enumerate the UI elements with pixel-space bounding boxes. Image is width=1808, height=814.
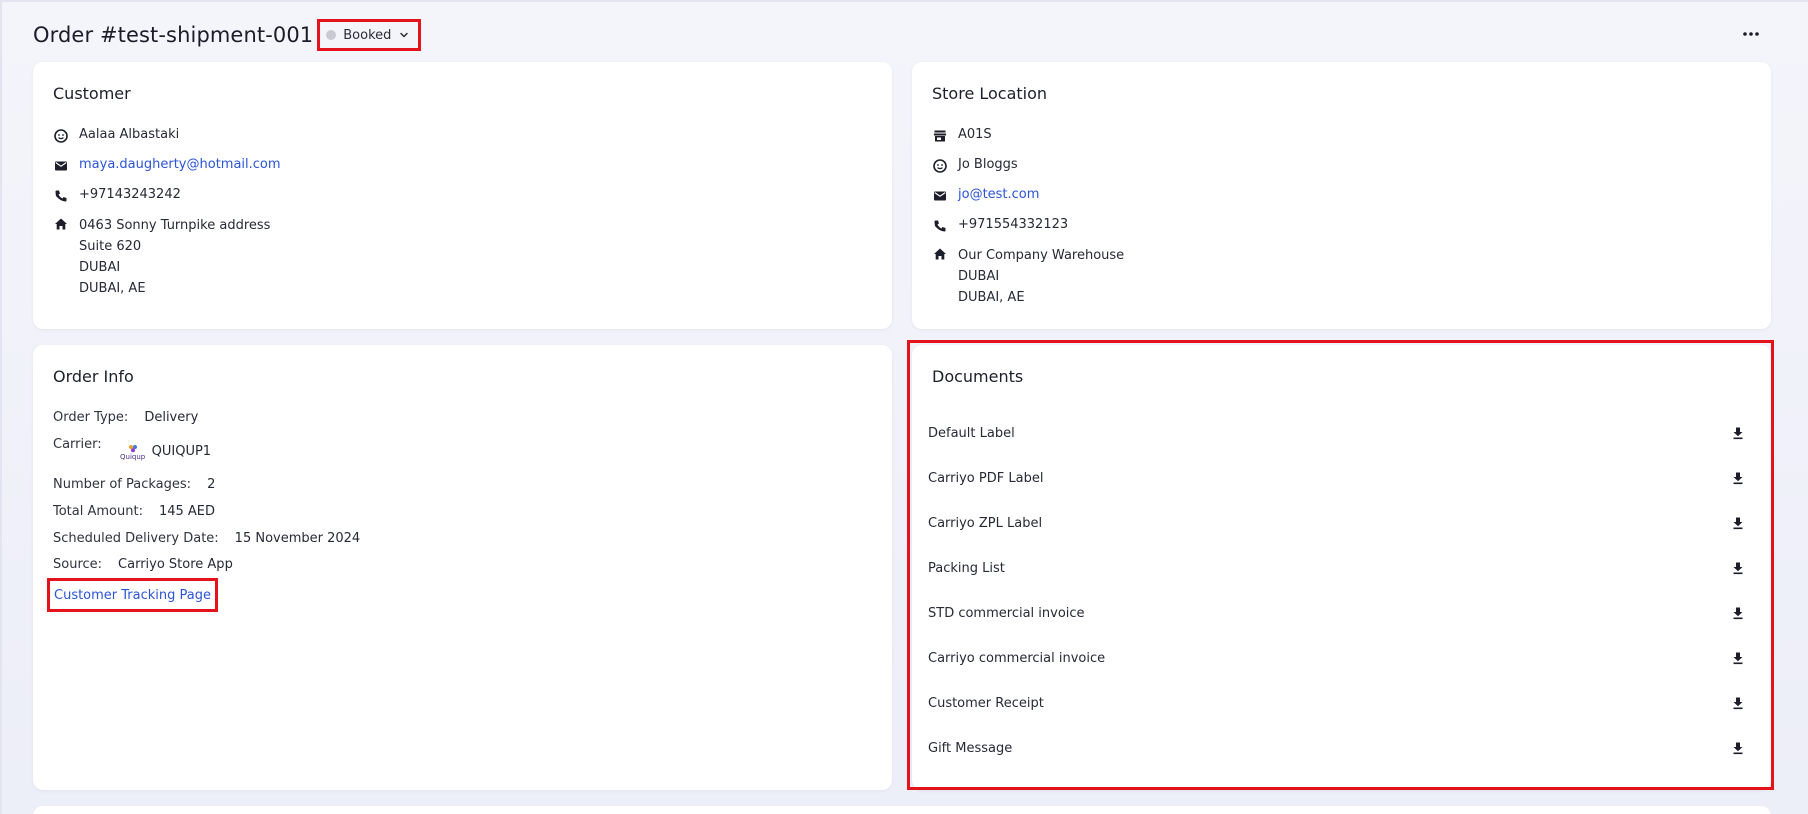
customer-phone: +97143243242 — [79, 187, 181, 202]
download-icon[interactable] — [1731, 741, 1745, 755]
order-type-label: Order Type: — [53, 410, 129, 425]
address-line: DUBAI — [79, 260, 121, 275]
customer-address: 0463 Sonny Turnpike address Suite 620 DU… — [79, 215, 270, 299]
store-card-title: Store Location — [932, 84, 1048, 103]
address-line: Our Company Warehouse — [958, 248, 1125, 263]
document-name: STD commercial invoice — [928, 605, 1085, 621]
packages-value: 2 — [207, 477, 216, 492]
store-contact-row: Jo Bloggs — [932, 157, 1018, 174]
page-title: Order #test-shipment-001 — [33, 23, 314, 47]
face-icon — [53, 128, 69, 144]
download-icon[interactable] — [1731, 696, 1745, 710]
address-line: DUBAI, AE — [958, 290, 1025, 305]
download-icon[interactable] — [1731, 606, 1745, 620]
carrier-value: QUIQUP1 — [151, 444, 212, 459]
packages-label: Number of Packages: — [53, 477, 192, 492]
store-email-link[interactable]: jo@test.com — [958, 187, 1039, 202]
customer-name: Aalaa Albastaki — [79, 127, 180, 142]
store-code: A01S — [958, 127, 992, 142]
more-actions-button[interactable] — [1739, 24, 1763, 44]
total-amount-row: Total Amount: 145 AED — [53, 504, 215, 519]
tracking-link-highlight: Customer Tracking Page — [47, 578, 218, 612]
document-row[interactable]: Carriyo ZPL Label — [928, 507, 1745, 539]
store-address-row: Our Company Warehouse DUBAI DUBAI, AE — [932, 245, 1124, 308]
next-card — [33, 806, 1771, 814]
document-name: Packing List — [928, 560, 1005, 576]
address-line: Suite 620 — [79, 239, 142, 254]
documents-title: Documents — [932, 367, 1024, 386]
total-amount-value: 145 AED — [158, 504, 216, 519]
document-row[interactable]: Default Label — [928, 417, 1745, 449]
order-type-row: Order Type: Delivery — [53, 410, 198, 425]
address-line: DUBAI — [958, 269, 1000, 284]
document-row[interactable]: Carriyo commercial invoice — [928, 642, 1745, 674]
packages-row: Number of Packages: 2 — [53, 477, 215, 492]
store-email-row: jo@test.com — [932, 187, 1039, 204]
store-location-card: Store Location A01S Jo Bloggs jo@test.co… — [912, 62, 1771, 329]
carrier-row: Carrier: Quiqup QUIQUP1 — [53, 437, 211, 463]
source-row: Source: Carriyo Store App — [53, 557, 233, 572]
document-name: Default Label — [928, 425, 1015, 441]
customer-name-row: Aalaa Albastaki — [53, 127, 179, 144]
document-row[interactable]: Customer Receipt — [928, 687, 1745, 719]
scheduled-date-row: Scheduled Delivery Date: 15 November 202… — [53, 531, 360, 546]
source-value: Carriyo Store App — [118, 557, 233, 572]
store-contact-name: Jo Bloggs — [958, 157, 1018, 172]
home-icon — [932, 246, 948, 262]
document-name: Carriyo ZPL Label — [928, 515, 1043, 531]
scheduled-date-label: Scheduled Delivery Date: — [53, 531, 219, 546]
store-icon — [932, 128, 948, 144]
download-icon[interactable] — [1731, 426, 1745, 440]
customer-email-link[interactable]: maya.daugherty@hotmail.com — [79, 157, 281, 172]
face-icon — [932, 158, 948, 174]
document-row[interactable]: STD commercial invoice — [928, 597, 1745, 629]
document-row[interactable]: Carriyo PDF Label — [928, 462, 1745, 494]
status-dot-icon — [326, 30, 337, 40]
carrier-logo: Quiqup — [118, 441, 148, 463]
order-info-card: Order Info Order Type: Delivery Carrier:… — [33, 345, 892, 790]
customer-email-row: maya.daugherty@hotmail.com — [53, 157, 281, 174]
more-horizontal-icon — [1743, 32, 1759, 36]
customer-phone-row: +97143243242 — [53, 187, 181, 204]
download-icon[interactable] — [1731, 561, 1745, 575]
document-row[interactable]: Gift Message — [928, 732, 1745, 764]
download-icon[interactable] — [1731, 651, 1745, 665]
document-name: Customer Receipt — [928, 695, 1044, 711]
carrier-logo-text: Quiqup — [120, 452, 146, 461]
document-name: Carriyo commercial invoice — [928, 650, 1106, 666]
phone-icon — [53, 188, 69, 204]
customer-card: Customer Aalaa Albastaki maya.daugherty@… — [33, 62, 892, 329]
chevron-down-icon — [398, 29, 410, 41]
document-name: Gift Message — [928, 740, 1013, 756]
scheduled-date-value: 15 November 2024 — [234, 531, 361, 546]
order-type-value: Delivery — [144, 410, 199, 425]
status-dropdown[interactable]: Booked — [317, 19, 422, 51]
order-info-title: Order Info — [53, 367, 134, 386]
mail-icon — [932, 188, 948, 204]
total-amount-label: Total Amount: — [53, 504, 143, 519]
store-code-row: A01S — [932, 127, 992, 144]
phone-icon — [932, 218, 948, 234]
documents-card: Documents Default Label Carriyo PDF Labe… — [912, 345, 1771, 790]
address-line: 0463 Sonny Turnpike address — [79, 218, 271, 233]
store-phone-row: +971554332123 — [932, 217, 1068, 234]
page-header: Order #test-shipment-001 Booked — [33, 17, 422, 53]
carrier-label: Carrier: — [53, 437, 102, 452]
source-label: Source: — [53, 557, 103, 572]
document-name: Carriyo PDF Label — [928, 470, 1044, 486]
download-icon[interactable] — [1731, 516, 1745, 530]
store-phone: +971554332123 — [958, 217, 1069, 232]
customer-address-row: 0463 Sonny Turnpike address Suite 620 DU… — [53, 215, 270, 299]
customer-tracking-link[interactable]: Customer Tracking Page — [54, 588, 211, 603]
store-address: Our Company Warehouse DUBAI DUBAI, AE — [958, 245, 1124, 308]
status-label: Booked — [343, 27, 392, 43]
document-row[interactable]: Packing List — [928, 552, 1745, 584]
address-line: DUBAI, AE — [79, 281, 146, 296]
mail-icon — [53, 158, 69, 174]
home-icon — [53, 216, 69, 232]
download-icon[interactable] — [1731, 471, 1745, 485]
customer-card-title: Customer — [53, 84, 131, 103]
